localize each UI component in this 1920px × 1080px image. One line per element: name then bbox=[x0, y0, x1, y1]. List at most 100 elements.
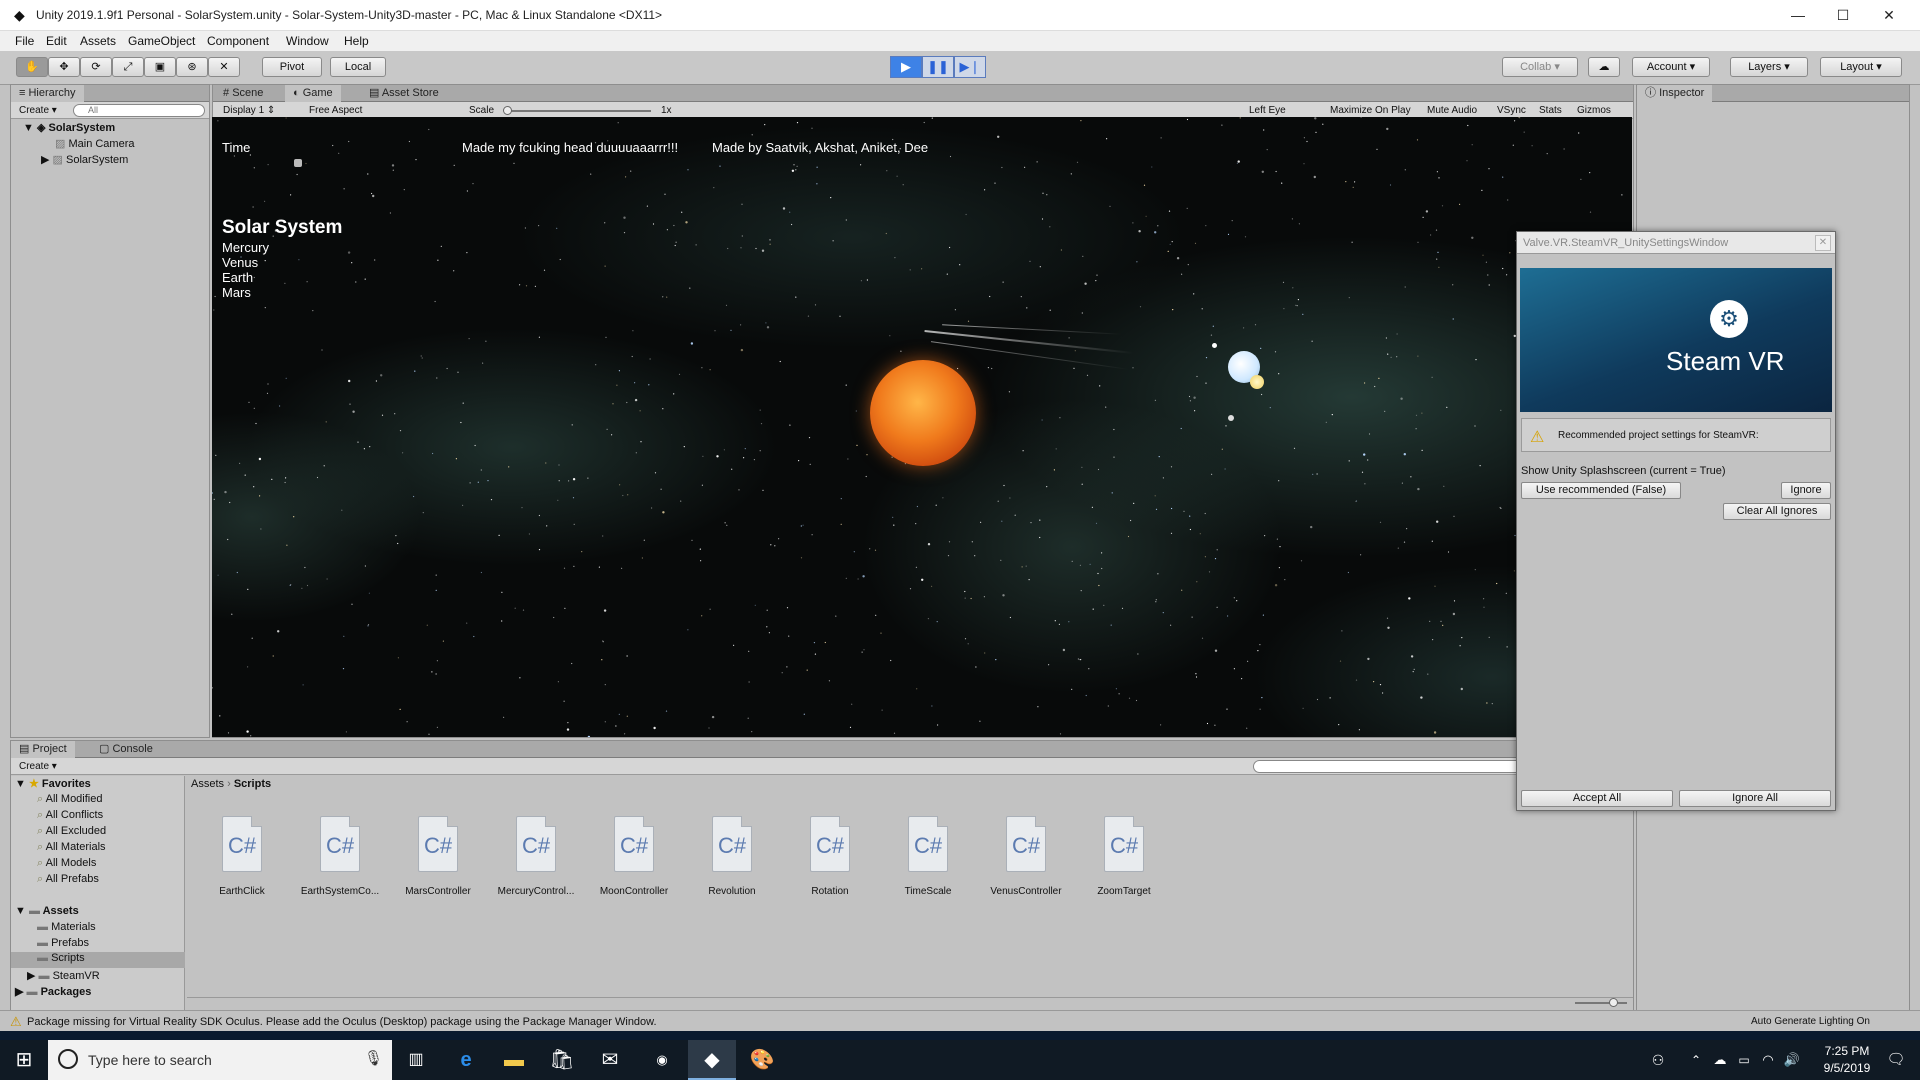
scale-slider-thumb[interactable] bbox=[503, 106, 512, 115]
steamvr-app-icon[interactable]: ◉ bbox=[638, 1040, 686, 1080]
menu-window[interactable]: Window bbox=[286, 34, 329, 48]
project-create-button[interactable]: Create ▾ bbox=[19, 760, 57, 773]
hierarchy-search-input[interactable]: All bbox=[73, 104, 205, 117]
mute-audio-toggle[interactable]: Mute Audio bbox=[1427, 104, 1477, 117]
rect-tool-icon[interactable]: ▣ bbox=[144, 57, 176, 77]
icon-size-slider[interactable] bbox=[1575, 1002, 1627, 1004]
menu-component[interactable]: Component bbox=[207, 34, 269, 48]
custom-tool-icon[interactable]: ✕ bbox=[208, 57, 240, 77]
clear-all-ignores-button[interactable]: Clear All Ignores bbox=[1723, 503, 1831, 520]
assets-header[interactable]: ▼ ▬ Assets bbox=[15, 905, 79, 917]
menu-help[interactable]: Help bbox=[344, 34, 369, 48]
play-button[interactable]: ▶ bbox=[890, 56, 922, 78]
folder-item-steamvr[interactable]: ▶ ▬ SteamVR bbox=[27, 969, 100, 982]
favorite-item[interactable]: ⌕ All Modified bbox=[37, 793, 102, 806]
local-toggle[interactable]: Local bbox=[330, 57, 386, 77]
scale-tool-icon[interactable]: ⤢ bbox=[112, 57, 144, 77]
rotate-tool-icon[interactable]: ⟳ bbox=[80, 57, 112, 77]
favorites-header[interactable]: ▼ ★ Favorites bbox=[15, 777, 91, 790]
game-viewport[interactable]: Time Made my fcuking head duuuuaaarrr!!!… bbox=[212, 117, 1632, 737]
tab-game[interactable]: ◐ Game bbox=[285, 85, 341, 102]
script-asset[interactable]: C# EarthClick bbox=[194, 816, 290, 897]
script-asset[interactable]: C# TimeScale bbox=[880, 816, 976, 897]
script-asset[interactable]: C# MarsController bbox=[390, 816, 486, 897]
scene-root[interactable]: ▼ ◈ SolarSystem bbox=[23, 121, 115, 134]
script-asset[interactable]: C# Revolution bbox=[684, 816, 780, 897]
favorite-item[interactable]: ⌕ All Excluded bbox=[37, 825, 106, 838]
favorite-item[interactable]: ⌕ All Models bbox=[37, 857, 96, 870]
folder-item-materials[interactable]: ▬ Materials bbox=[37, 921, 96, 933]
menu-assets[interactable]: Assets bbox=[80, 34, 116, 48]
menu-gameobject[interactable]: GameObject bbox=[128, 34, 195, 48]
script-asset[interactable]: C# MoonController bbox=[586, 816, 682, 897]
use-recommended-button[interactable]: Use recommended (False) bbox=[1521, 482, 1681, 499]
breadcrumb-root[interactable]: Assets bbox=[191, 778, 224, 790]
ignore-button[interactable]: Ignore bbox=[1781, 482, 1831, 499]
close-button[interactable]: ✕ bbox=[1866, 4, 1912, 26]
cloud-icon[interactable]: ☁ bbox=[1588, 57, 1620, 77]
microphone-icon[interactable]: 🎙 bbox=[364, 1049, 383, 1067]
task-view-icon[interactable]: ▥ bbox=[392, 1040, 440, 1080]
aspect-dropdown[interactable]: Free Aspect bbox=[309, 104, 362, 117]
accept-all-button[interactable]: Accept All bbox=[1521, 790, 1673, 807]
planet-moon[interactable] bbox=[1250, 375, 1264, 389]
tab-inspector[interactable]: ⓘ Inspector bbox=[1637, 85, 1713, 102]
unity-app-icon[interactable]: ◆ bbox=[688, 1040, 736, 1080]
transform-tool-icon[interactable]: ⊛ bbox=[176, 57, 208, 77]
planet-button-venus[interactable]: Venus bbox=[222, 255, 258, 270]
scale-slider[interactable] bbox=[505, 110, 651, 112]
eye-dropdown[interactable]: Left Eye bbox=[1249, 104, 1286, 117]
tab-console[interactable]: ▢ Console bbox=[91, 741, 161, 758]
folder-item-prefabs[interactable]: ▬ Prefabs bbox=[37, 937, 89, 949]
mail-icon[interactable]: ✉ bbox=[586, 1040, 634, 1080]
project-search-input[interactable] bbox=[1253, 760, 1523, 773]
favorite-item[interactable]: ⌕ All Materials bbox=[37, 841, 106, 854]
minimize-button[interactable]: — bbox=[1775, 4, 1821, 26]
hierarchy-item-main-camera[interactable]: ▨ Main Camera bbox=[55, 137, 135, 150]
tab-scene[interactable]: # Scene bbox=[215, 85, 271, 102]
status-message[interactable]: Package missing for Virtual Reality SDK … bbox=[27, 1016, 657, 1028]
collab-dropdown[interactable]: Collab ▾ bbox=[1502, 57, 1578, 77]
planet-button-mars[interactable]: Mars bbox=[222, 285, 251, 300]
time-slider-handle[interactable] bbox=[294, 159, 302, 167]
menu-file[interactable]: File bbox=[15, 34, 34, 48]
step-button[interactable]: ▶❘ bbox=[954, 56, 986, 78]
layout-dropdown[interactable]: Layout ▾ bbox=[1820, 57, 1902, 77]
maximize-button[interactable]: ☐ bbox=[1820, 4, 1866, 26]
windows-start-icon[interactable]: ⊞ bbox=[0, 1040, 48, 1080]
script-asset[interactable]: C# MercuryControl... bbox=[488, 816, 584, 897]
tab-asset-store[interactable]: ▤ Asset Store bbox=[361, 85, 447, 102]
tab-hierarchy[interactable]: ≡ Hierarchy bbox=[11, 85, 84, 102]
file-explorer-icon[interactable]: ▬ bbox=[490, 1040, 538, 1080]
paint-app-icon[interactable]: 🎨 bbox=[738, 1040, 786, 1080]
taskbar-search-box[interactable]: Type here to search 🎙 bbox=[48, 1040, 392, 1080]
script-asset[interactable]: C# EarthSystemCo... bbox=[292, 816, 388, 897]
menu-edit[interactable]: Edit bbox=[46, 34, 67, 48]
folder-item-scripts[interactable]: ▬ Scripts bbox=[11, 952, 185, 968]
edge-icon[interactable]: e bbox=[442, 1040, 490, 1080]
notification-icon[interactable]: 🗨 bbox=[1872, 1040, 1920, 1080]
hierarchy-create-button[interactable]: Create ▾ bbox=[19, 104, 57, 117]
icon-size-slider-thumb[interactable] bbox=[1609, 998, 1618, 1007]
tab-project[interactable]: ▤ Project bbox=[11, 741, 75, 758]
favorite-item[interactable]: ⌕ All Prefabs bbox=[37, 873, 99, 886]
hand-tool-icon[interactable]: ✋ bbox=[16, 57, 48, 77]
gizmos-dropdown[interactable]: Gizmos bbox=[1577, 104, 1611, 117]
volume-icon[interactable]: 🔊 bbox=[1768, 1040, 1816, 1080]
account-dropdown[interactable]: Account ▾ bbox=[1632, 57, 1710, 77]
script-asset[interactable]: C# VenusController bbox=[978, 816, 1074, 897]
script-asset[interactable]: C# Rotation bbox=[782, 816, 878, 897]
vsync-toggle[interactable]: VSync bbox=[1497, 104, 1526, 117]
display-dropdown[interactable]: Display 1 ⇕ bbox=[223, 104, 275, 117]
close-icon[interactable]: ✕ bbox=[1815, 235, 1831, 251]
planet-button-mercury[interactable]: Mercury bbox=[222, 240, 269, 255]
script-asset[interactable]: C# ZoomTarget bbox=[1076, 816, 1172, 897]
layers-dropdown[interactable]: Layers ▾ bbox=[1730, 57, 1808, 77]
packages-header[interactable]: ▶ ▬ Packages bbox=[15, 985, 91, 998]
pause-button[interactable]: ❚❚ bbox=[922, 56, 954, 78]
planet-mercury[interactable] bbox=[1212, 343, 1217, 348]
stats-toggle[interactable]: Stats bbox=[1539, 104, 1562, 117]
hierarchy-item-solarsystem[interactable]: ▶ ▨ SolarSystem bbox=[41, 153, 128, 166]
planet-button-earth[interactable]: Earth bbox=[222, 270, 253, 285]
sun[interactable] bbox=[870, 360, 976, 466]
